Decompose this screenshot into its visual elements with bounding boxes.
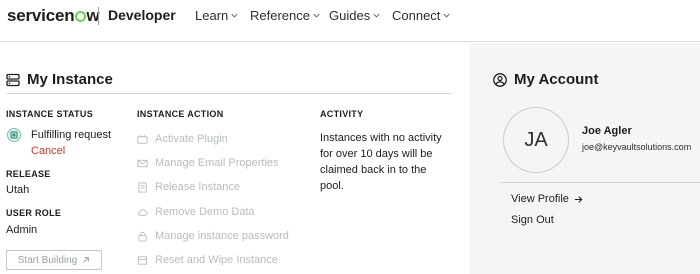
envelope-icon <box>137 159 148 167</box>
release-icon <box>138 181 147 193</box>
activity-text: Instances with no activity for over 10 d… <box>320 132 442 192</box>
fulfilling-status-icon <box>7 128 21 142</box>
activity-heading: ACTIVITY <box>320 109 364 119</box>
nav-connect[interactable]: Connect <box>392 8 451 23</box>
manage-instance-password-label: Manage instance password <box>155 230 289 242</box>
nav-connect-label: Connect <box>392 8 441 23</box>
arrow-right-icon <box>574 195 583 203</box>
nav-learn-label: Learn <box>195 8 229 23</box>
product-name[interactable]: Developer <box>108 7 176 23</box>
my-account-heading: My Account <box>493 71 598 88</box>
user-role-value: Admin <box>6 224 38 236</box>
sign-out-link[interactable]: Sign Out <box>511 214 554 226</box>
release-instance-action[interactable]: Release Instance <box>137 181 240 193</box>
server-icon <box>6 73 20 86</box>
chevron-down-icon <box>443 13 451 18</box>
my-account-title: My Account <box>514 71 599 88</box>
lock-icon <box>138 231 147 242</box>
user-role-heading: USER ROLE <box>6 208 62 218</box>
account-name: Joe Agler <box>582 125 632 137</box>
instance-status-value: Fulfilling request <box>31 129 112 141</box>
release-heading: RELEASE <box>6 169 51 179</box>
cloud-remove-icon <box>138 208 148 216</box>
instance-status-heading: INSTANCE STATUS <box>6 109 93 119</box>
manage-instance-password-action[interactable]: Manage instance password <box>137 230 289 242</box>
section-divider <box>7 93 451 94</box>
manage-email-properties-label: Manage Email Properties <box>155 157 279 169</box>
nav-reference[interactable]: Reference <box>250 8 320 23</box>
activate-plugin-action[interactable]: Activate Plugin <box>137 133 228 145</box>
release-value: Utah <box>6 184 30 196</box>
view-profile-label: View Profile <box>511 193 569 205</box>
reset-wipe-instance-label: Reset and Wipe Instance <box>155 254 278 266</box>
start-building-button[interactable]: Start Building <box>6 250 102 270</box>
account-email: joe@keyvaultsolutions.com <box>582 142 692 152</box>
account-divider <box>500 182 700 183</box>
my-instance-title: My Instance <box>27 71 113 88</box>
user-circle-icon <box>493 72 507 87</box>
nav-guides[interactable]: Guides <box>329 8 380 23</box>
sign-out-label: Sign Out <box>511 214 554 226</box>
top-navigation: servicen w Developer Learn Reference Guid… <box>0 0 700 42</box>
nav-guides-label: Guides <box>329 8 371 23</box>
servicenow-logo[interactable]: servicen w <box>7 6 100 26</box>
start-building-label: Start Building <box>17 254 78 266</box>
reset-wipe-instance-action[interactable]: Reset and Wipe Instance <box>137 254 278 266</box>
nav-learn[interactable]: Learn <box>195 8 238 23</box>
remove-demo-data-label: Remove Demo Data <box>155 206 255 218</box>
logo-text-left: servicen <box>7 6 75 25</box>
my-instance-heading: My Instance <box>6 71 113 88</box>
nav-reference-label: Reference <box>250 8 310 23</box>
remove-demo-data-action[interactable]: Remove Demo Data <box>137 206 255 218</box>
avatar[interactable]: JA <box>503 107 569 173</box>
reset-icon <box>137 255 148 265</box>
instance-action-heading: INSTANCE ACTION <box>137 109 224 119</box>
cancel-request-link[interactable]: Cancel <box>31 145 65 157</box>
manage-email-properties-action[interactable]: Manage Email Properties <box>137 157 279 169</box>
release-instance-label: Release Instance <box>155 181 240 193</box>
chevron-down-icon <box>231 13 238 18</box>
chevron-down-icon <box>373 13 380 18</box>
view-profile-link[interactable]: View Profile <box>511 193 583 205</box>
logo-o-mark <box>74 11 86 22</box>
activate-plugin-label: Activate Plugin <box>155 133 228 145</box>
chevron-down-icon <box>313 13 320 18</box>
brand-divider <box>98 7 99 25</box>
external-arrow-icon <box>83 257 90 263</box>
plugin-icon <box>137 134 148 144</box>
